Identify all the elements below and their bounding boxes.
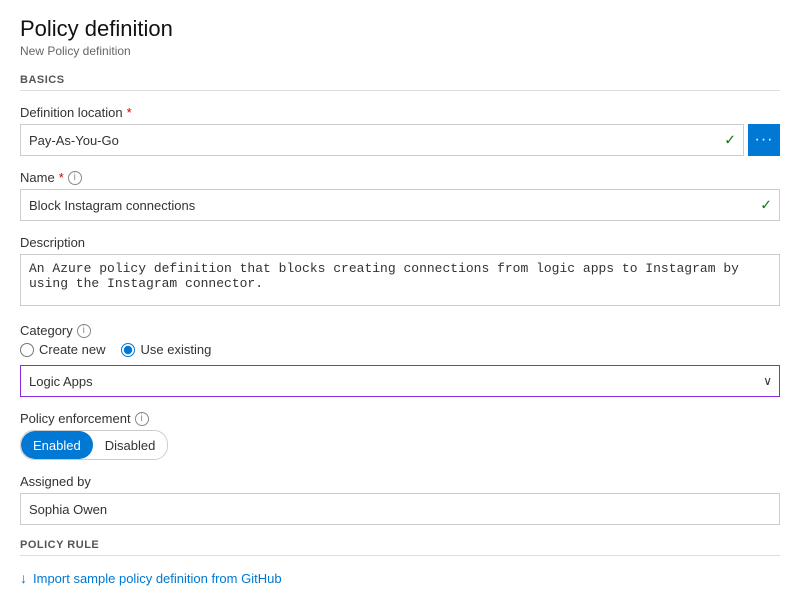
basics-section-header: BASICS: [20, 74, 780, 91]
page-title: Policy definition: [20, 16, 780, 42]
category-create-new-option[interactable]: Create new: [20, 342, 105, 357]
name-group: Name * i ✓: [20, 170, 780, 221]
category-label: Category i: [20, 323, 780, 338]
name-required-star: *: [59, 170, 64, 185]
policy-enforcement-enabled-button[interactable]: Enabled: [21, 431, 93, 459]
policy-enforcement-info-icon[interactable]: i: [135, 412, 149, 426]
name-info-icon[interactable]: i: [68, 171, 82, 185]
required-star: *: [127, 105, 132, 120]
policy-enforcement-label: Policy enforcement i: [20, 411, 780, 426]
assigned-by-label: Assigned by: [20, 474, 780, 489]
description-group: Description An Azure policy definition t…: [20, 235, 780, 309]
category-create-new-radio[interactable]: [20, 343, 34, 357]
category-info-icon[interactable]: i: [77, 324, 91, 338]
description-label: Description: [20, 235, 780, 250]
import-policy-label: Import sample policy definition from Git…: [33, 571, 282, 586]
import-down-icon: ↓: [20, 570, 27, 586]
page-subtitle: New Policy definition: [20, 44, 780, 58]
definition-location-label: Definition location *: [20, 105, 780, 120]
policy-enforcement-disabled-button[interactable]: Disabled: [93, 431, 168, 459]
policy-rule-section: POLICY RULE ↓ Import sample policy defin…: [20, 539, 780, 586]
category-radio-group: Create new Use existing: [20, 342, 780, 357]
definition-location-ellipsis-button[interactable]: ···: [748, 124, 780, 156]
category-create-new-label: Create new: [39, 342, 105, 357]
ellipsis-icon: ···: [755, 131, 774, 149]
assigned-by-group: Assigned by: [20, 474, 780, 525]
category-use-existing-label: Use existing: [140, 342, 211, 357]
description-input[interactable]: An Azure policy definition that blocks c…: [20, 254, 780, 306]
policy-rule-section-header: POLICY RULE: [20, 539, 780, 556]
name-label: Name * i: [20, 170, 780, 185]
category-use-existing-radio[interactable]: [121, 343, 135, 357]
import-policy-link[interactable]: ↓ Import sample policy definition from G…: [20, 570, 780, 586]
category-group: Category i Create new Use existing Logic…: [20, 323, 780, 397]
name-check-icon: ✓: [760, 197, 772, 214]
policy-enforcement-group: Policy enforcement i Enabled Disabled: [20, 411, 780, 460]
category-use-existing-option[interactable]: Use existing: [121, 342, 211, 357]
policy-enforcement-toggle: Enabled Disabled: [20, 430, 168, 460]
category-select-wrapper: Logic Apps Compute Networking ∨: [20, 365, 780, 397]
name-input[interactable]: [20, 189, 780, 221]
definition-location-input[interactable]: [20, 124, 744, 156]
category-select[interactable]: Logic Apps Compute Networking: [20, 365, 780, 397]
definition-location-check-icon: ✓: [724, 132, 736, 149]
definition-location-group: Definition location * ✓ ···: [20, 105, 780, 156]
assigned-by-input[interactable]: [20, 493, 780, 525]
